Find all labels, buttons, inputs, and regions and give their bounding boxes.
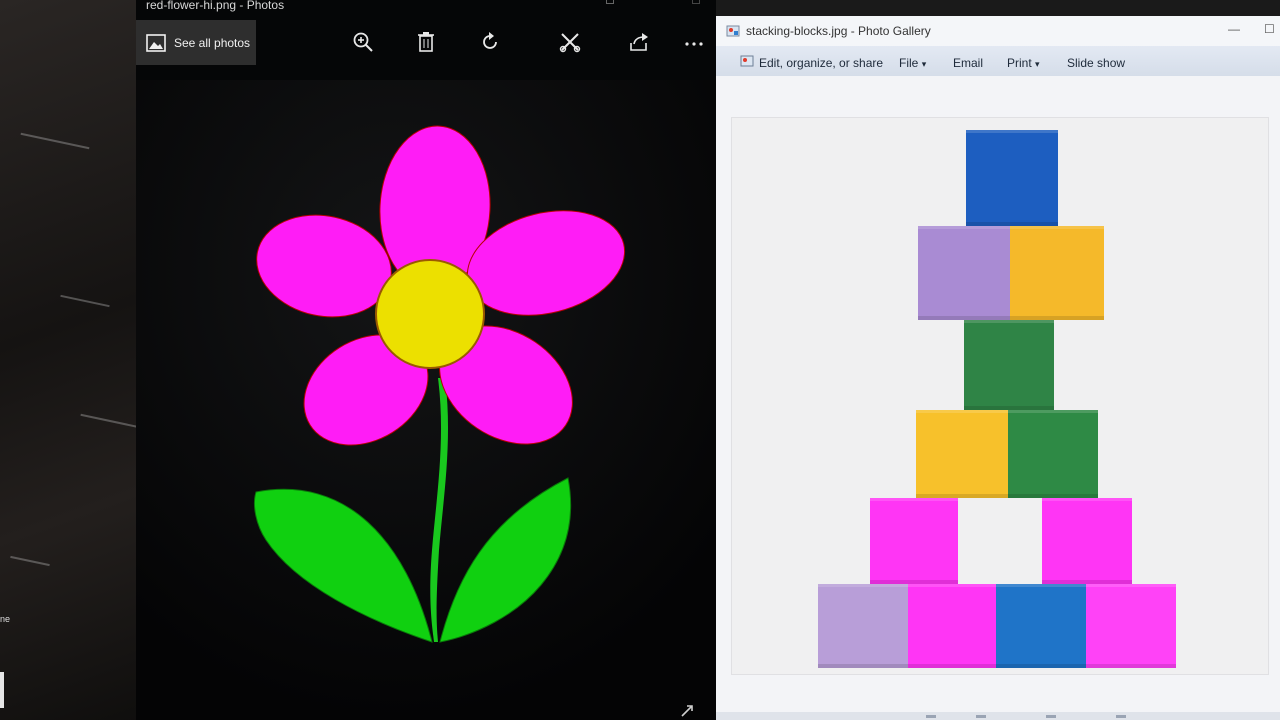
status-dot bbox=[976, 715, 986, 718]
menu-edit-organize-share[interactable]: Edit, organize, or share bbox=[759, 56, 883, 70]
desktop-label: ne bbox=[0, 614, 11, 624]
see-all-photos-button[interactable]: See all photos bbox=[136, 20, 256, 65]
block-row-4 bbox=[916, 410, 1008, 498]
menu-file[interactable]: File ▾ bbox=[899, 56, 926, 70]
gallery-window-title: stacking-blocks.jpg - Photo Gallery bbox=[746, 24, 931, 38]
more-icon[interactable] bbox=[682, 30, 706, 54]
chevron-down-icon: ▾ bbox=[1035, 59, 1040, 69]
gallery-title-bar: stacking-blocks.jpg - Photo Gallery — ☐ bbox=[716, 16, 1280, 46]
photos-window-title: red-flower-hi.png - Photos bbox=[146, 0, 285, 12]
zoom-in-icon[interactable] bbox=[351, 30, 375, 54]
block-row-5 bbox=[1042, 498, 1132, 584]
gallery-menu-bar: Edit, organize, or share File ▾ Email Pr… bbox=[716, 46, 1280, 77]
block-row-5 bbox=[870, 498, 958, 584]
photos-maximize-button[interactable] bbox=[606, 0, 614, 4]
status-dot bbox=[926, 715, 936, 718]
rotate-icon[interactable] bbox=[478, 30, 502, 54]
block-row-6 bbox=[1086, 584, 1176, 668]
flower-center bbox=[375, 259, 485, 369]
flower-photo bbox=[136, 80, 716, 720]
photo-gallery-app-icon bbox=[726, 25, 740, 37]
block-row-2 bbox=[1010, 226, 1104, 320]
block-row-6 bbox=[908, 584, 996, 668]
menu-slide-show[interactable]: Slide show bbox=[1067, 56, 1125, 70]
block-row-1 bbox=[966, 130, 1058, 226]
photos-close-button[interactable] bbox=[692, 0, 700, 4]
gallery-minimize-button[interactable]: — bbox=[1228, 22, 1240, 36]
block-row-6 bbox=[996, 584, 1086, 668]
menu-email[interactable]: Email bbox=[953, 56, 983, 70]
blocks-photo bbox=[732, 118, 1268, 674]
block-row-3 bbox=[964, 320, 1054, 410]
edit-organize-icon bbox=[740, 55, 754, 67]
photos-window: red-flower-hi.png - Photos See all photo… bbox=[136, 0, 716, 720]
photo-gallery-icon bbox=[146, 33, 166, 52]
chevron-down-icon: ▾ bbox=[921, 59, 927, 69]
block-row-6 bbox=[818, 584, 908, 668]
photo-gallery-window: stacking-blocks.jpg - Photo Gallery — ☐ … bbox=[716, 16, 1280, 720]
desktop-edge-bar bbox=[0, 672, 4, 708]
delete-icon[interactable] bbox=[414, 30, 438, 54]
status-dot bbox=[1116, 715, 1126, 718]
edit-crop-icon[interactable] bbox=[558, 30, 582, 54]
gallery-status-strip bbox=[716, 712, 1280, 720]
fullscreen-icon[interactable] bbox=[680, 704, 694, 718]
see-all-photos-label: See all photos bbox=[174, 35, 251, 50]
desktop-background bbox=[0, 0, 150, 720]
gallery-maximize-button[interactable]: ☐ bbox=[1264, 22, 1275, 36]
share-icon[interactable] bbox=[627, 30, 651, 54]
menu-print[interactable]: Print ▾ bbox=[1007, 56, 1040, 70]
block-row-2 bbox=[918, 226, 1010, 320]
status-dot bbox=[1046, 715, 1056, 718]
block-row-4 bbox=[1008, 410, 1098, 498]
gallery-viewer bbox=[716, 76, 1280, 720]
